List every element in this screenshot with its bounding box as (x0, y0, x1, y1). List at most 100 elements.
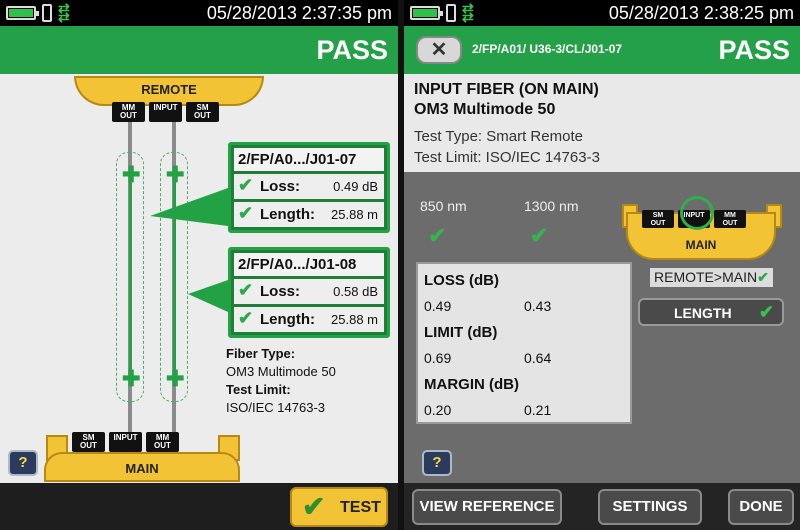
check-icon: ✔ (238, 175, 254, 195)
limit-1300: 0.64 (524, 350, 552, 366)
remote-port-mm-out: MM OUT (112, 102, 145, 122)
header-bar: PASS (0, 26, 398, 74)
status-bar: ⇄ ⇄ 05/28/2013 2:37:35 pm (0, 0, 398, 26)
footer: VIEW REFERENCE SETTINGS DONE (404, 483, 800, 530)
transfer-icon: ⇄ ⇄ (462, 0, 474, 25)
result-card[interactable]: 2/FP/A0.../J01-08 ✔ Loss: 0.58 dB ✔ Leng… (228, 247, 390, 338)
usb-icon (446, 4, 456, 22)
margin-header: MARGIN (dB) (424, 376, 519, 393)
limit-850: 0.69 (424, 350, 452, 366)
callout-pointer (188, 280, 228, 312)
tested-segment (129, 172, 132, 380)
result-card[interactable]: 2/FP/A0.../J01-07 ✔ Loss: 0.49 dB ✔ Leng… (228, 142, 390, 233)
settings-button[interactable]: SETTINGS (598, 489, 702, 525)
transfer-icon: ⇄ ⇄ (58, 0, 70, 25)
clock: 05/28/2013 2:38:25 pm (608, 3, 794, 23)
main-port-mm-out: MM OUT (146, 432, 179, 452)
loss-label: Loss: (260, 178, 301, 195)
check-icon: ✔ (238, 308, 254, 328)
wavelength-1300: 1300 nm (524, 198, 579, 214)
remote-port-sm-out: SM OUT (186, 102, 219, 122)
length-value: 25.88 m (331, 312, 378, 327)
close-button[interactable]: ✕ (416, 36, 462, 64)
direction-text: REMOTE>MAIN (654, 269, 758, 285)
x-icon: ✕ (430, 39, 448, 61)
check-icon: ✔ (238, 280, 254, 300)
loss-value: 0.58 dB (333, 284, 378, 299)
main-label: MAIN (125, 461, 159, 476)
test-details: Test Type: Smart Remote Test Limit: ISO/… (414, 126, 600, 168)
check-icon: ✔ (302, 491, 326, 522)
loss-value: 0.49 dB (333, 179, 378, 194)
wavelength-850: 850 nm (420, 198, 467, 214)
footer: ✔ TEST (0, 483, 398, 530)
callout-pointers (150, 188, 228, 312)
usb-icon (42, 4, 52, 22)
right-screen: ⇄ ⇄ 05/28/2013 2:38:25 pm ✕ 2/FP/A01/ U36… (404, 0, 800, 530)
loss-label: Loss: (260, 283, 301, 300)
remote-label: REMOTE (141, 82, 197, 97)
fiber-type-value: OM3 Multimode 50 (226, 364, 336, 379)
selected-port-highlight (680, 196, 714, 230)
pass-status: PASS (316, 35, 388, 65)
test-button[interactable]: ✔ TEST (290, 487, 388, 527)
main-label: MAIN (685, 238, 717, 252)
fiber-title: INPUT FIBER (ON MAIN) (414, 81, 599, 98)
result-card-title: 2/FP/A0.../J01-07 (234, 148, 384, 171)
check-icon: ✔ (757, 269, 769, 285)
check-icon: ✔ (530, 223, 549, 248)
fiber-info: Fiber Type: OM3 Multimode 50 Test Limit:… (226, 345, 336, 417)
pass-status: PASS (718, 35, 790, 65)
fiber-id-path: 2/FP/A01/ U36-3/CL/J01-07 (472, 42, 623, 56)
test-limit-value: ISO/IEC 14763-3 (226, 400, 325, 415)
loss-row: ✔ Loss: 0.49 dB (234, 174, 384, 199)
loss-row: ✔ Loss: 0.58 dB (234, 279, 384, 304)
direction-label: REMOTE>MAIN✔ (650, 268, 773, 287)
test-limit: Test Limit: ISO/IEC 14763-3 (414, 149, 600, 166)
limit-header: LIMIT (dB) (424, 324, 498, 341)
battery-icon (6, 6, 39, 20)
check-icon: ✔ (758, 302, 774, 322)
header-bar: ✕ 2/FP/A01/ U36-3/CL/J01-07 PASS (404, 26, 800, 74)
length-row: ✔ Length: 25.88 m (234, 202, 384, 227)
length-button-label: LENGTH (674, 305, 732, 321)
main-ports: SM OUT INPUT MM OUT (72, 432, 179, 452)
margin-1300: 0.21 (524, 402, 552, 418)
remote-port-input: INPUT (149, 102, 182, 122)
test-type: Test Type: Smart Remote (414, 128, 583, 145)
length-button[interactable]: LENGTH ✔ (638, 298, 784, 326)
status-bar: ⇄ ⇄ 05/28/2013 2:38:25 pm (404, 0, 800, 26)
loss-header: LOSS (dB) (424, 272, 499, 289)
battery-icon (410, 6, 443, 20)
main-unit: MAIN (44, 452, 240, 482)
main-port-input: INPUT (109, 432, 142, 452)
length-row: ✔ Length: 25.88 m (234, 307, 384, 332)
page-title: INPUT FIBER (ON MAIN) OM3 Multimode 50 (414, 80, 599, 120)
help-button[interactable]: ? (8, 450, 38, 476)
clock: 05/28/2013 2:37:35 pm (206, 3, 392, 23)
check-icon: ✔ (428, 223, 447, 248)
test-limit-label: Test Limit: (226, 382, 291, 397)
help-button[interactable]: ? (422, 450, 452, 476)
connector-icon: ✚ (122, 366, 141, 391)
margin-850: 0.20 (424, 402, 452, 418)
left-screen: ⇄ ⇄ 05/28/2013 2:37:35 pm PASS REMOTE MM O… (0, 0, 398, 530)
fiber-type: OM3 Multimode 50 (414, 101, 556, 118)
length-value: 25.88 m (331, 207, 378, 222)
connector-icon: ✚ (166, 366, 185, 391)
result-card-title: 2/FP/A0.../J01-08 (234, 253, 384, 276)
callout-pointer (150, 188, 228, 226)
main-port-mm-out: MM OUT (714, 210, 746, 228)
test-button-label: TEST (340, 499, 381, 516)
length-label: Length: (260, 311, 315, 328)
length-label: Length: (260, 206, 315, 223)
view-reference-button[interactable]: VIEW REFERENCE (412, 489, 562, 525)
loss-850: 0.49 (424, 298, 452, 314)
fiber-info-panel: INPUT FIBER (ON MAIN) OM3 Multimode 50 T… (404, 74, 800, 172)
main-port-sm-out: SM OUT (72, 432, 105, 452)
done-button[interactable]: DONE (728, 489, 794, 525)
remote-ports: MM OUT INPUT SM OUT (112, 102, 219, 122)
results-table: LOSS (dB) 0.49 0.43 LIMIT (dB) 0.69 0.64… (416, 262, 632, 424)
main-port-sm-out: SM OUT (642, 210, 674, 228)
check-icon: ✔ (238, 203, 254, 223)
